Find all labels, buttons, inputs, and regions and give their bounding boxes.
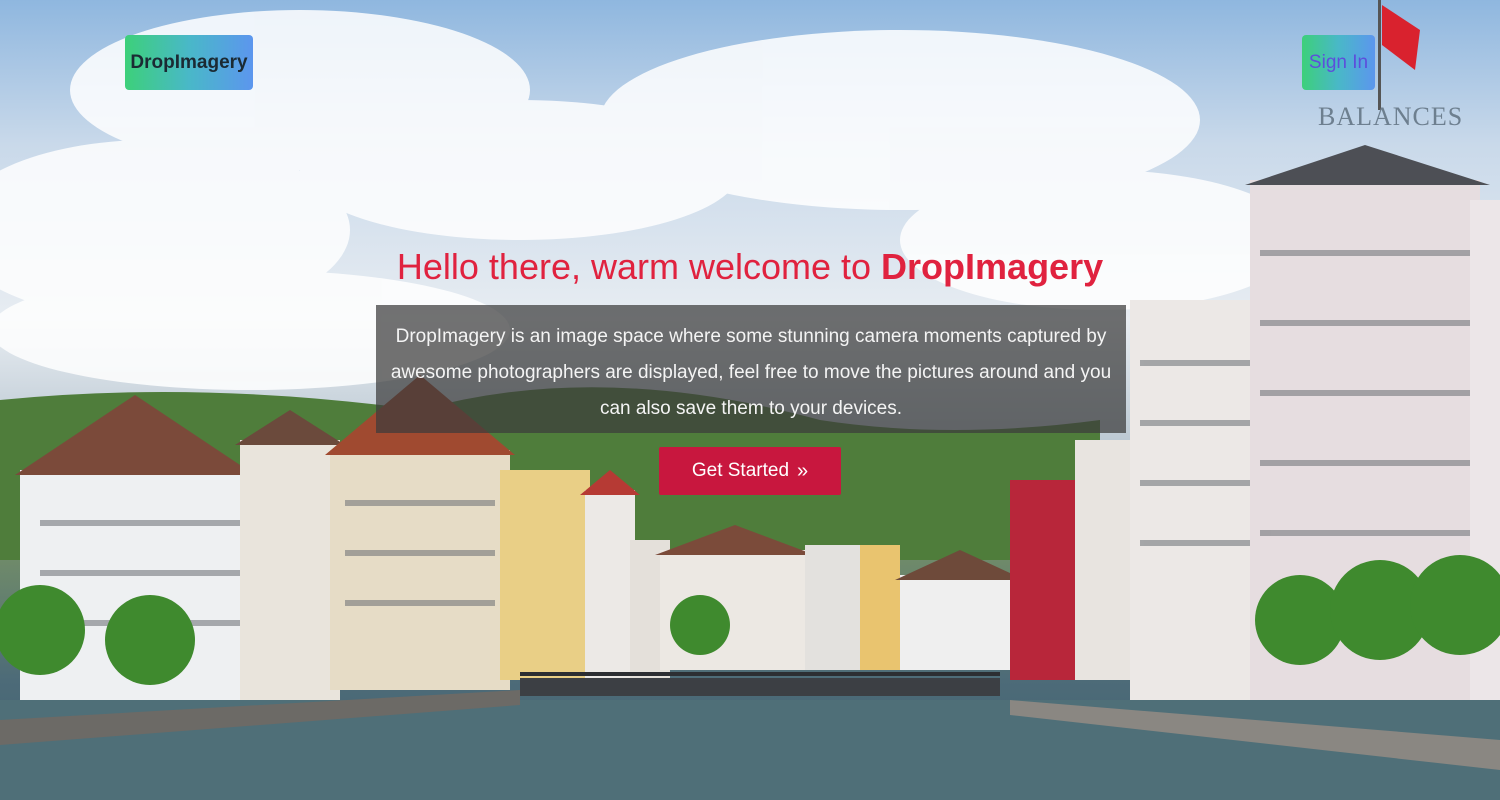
double-chevron-right-icon: » (797, 460, 809, 482)
headline-brand: DropImagery (881, 246, 1104, 287)
get-started-button[interactable]: Get Started » (659, 447, 841, 495)
hero-headline: Hello there, warm welcome to DropImagery (375, 246, 1125, 288)
hero-description: DropImagery is an image space where some… (390, 326, 1112, 419)
rooftop-sign: BALANCES (1318, 102, 1464, 131)
description-panel: DropImagery is an image space where some… (376, 305, 1126, 433)
bridge (520, 672, 1000, 696)
swiss-flag (1378, 0, 1420, 110)
sign-in-button[interactable]: Sign In (1302, 35, 1375, 90)
brand-button[interactable]: DropImagery (125, 35, 253, 90)
headline-prefix: Hello there, warm welcome to (396, 246, 882, 287)
get-started-label: Get Started (691, 460, 790, 481)
